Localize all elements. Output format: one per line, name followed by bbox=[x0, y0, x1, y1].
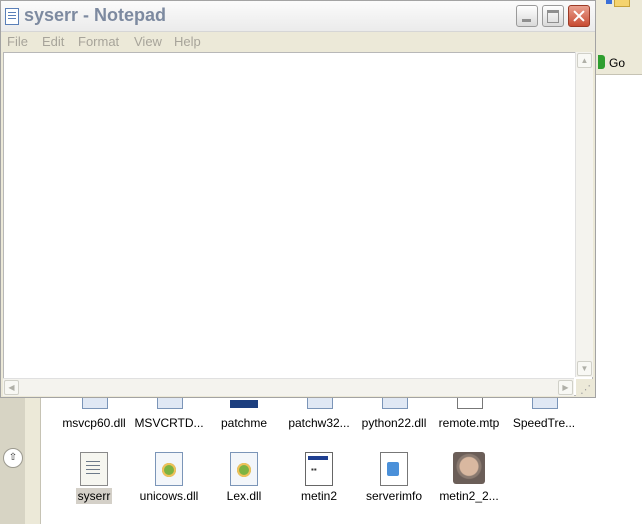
file-item[interactable]: Lex.dll bbox=[202, 452, 286, 510]
close-icon[interactable] bbox=[568, 5, 590, 27]
exe-file-icon bbox=[305, 452, 333, 486]
file-item[interactable]: serverimfo bbox=[352, 452, 436, 510]
document-file-icon bbox=[380, 452, 408, 486]
file-item-syserr[interactable]: syserr bbox=[52, 452, 136, 510]
file-label: patchw32... bbox=[288, 416, 350, 430]
title-bar[interactable]: syserr - Notepad bbox=[1, 1, 595, 32]
file-label: msvcp60.dll bbox=[62, 416, 126, 430]
file-item[interactable]: msvcp60.dll bbox=[52, 416, 136, 430]
file-item[interactable]: patchw32... bbox=[277, 416, 361, 430]
file-item[interactable]: SpeedTre... bbox=[502, 416, 586, 430]
vertical-scrollbar[interactable]: ▲ ▼ bbox=[575, 52, 593, 377]
go-arrow-icon[interactable] bbox=[598, 55, 605, 69]
file-label: patchme bbox=[220, 416, 268, 430]
notepad-icon[interactable] bbox=[5, 8, 19, 25]
image-thumbnail-icon bbox=[453, 452, 485, 484]
menu-help[interactable]: Help bbox=[174, 34, 201, 49]
file-icon-patchme bbox=[230, 400, 258, 408]
notepad-window[interactable]: syserr - Notepad File Edit Format View H… bbox=[0, 0, 596, 398]
folder-icon bbox=[614, 0, 630, 7]
file-label: serverimfo bbox=[365, 489, 422, 503]
scroll-up-icon[interactable]: ▲ bbox=[577, 53, 592, 68]
explorer-icon-fragment bbox=[606, 0, 612, 4]
file-label: MSVCRTD... bbox=[134, 416, 204, 430]
file-label: unicows.dll bbox=[139, 489, 199, 503]
menu-file[interactable]: File bbox=[7, 34, 28, 49]
maximize-icon[interactable] bbox=[542, 5, 564, 27]
dll-file-icon bbox=[155, 452, 183, 486]
file-item[interactable]: python22.dll bbox=[352, 416, 436, 430]
menu-format[interactable]: Format bbox=[78, 34, 119, 49]
file-icon-dll bbox=[532, 398, 558, 409]
file-icon-dll bbox=[82, 398, 108, 409]
menu-view[interactable]: View bbox=[134, 34, 162, 49]
file-label: metin2_2... bbox=[439, 489, 499, 503]
scroll-down-icon[interactable]: ▼ bbox=[577, 361, 592, 376]
file-icon-dll bbox=[307, 398, 333, 409]
file-item[interactable]: MSVCRTD... bbox=[127, 416, 211, 430]
horizontal-scrollbar[interactable]: ◀ ▶ bbox=[3, 378, 574, 396]
file-icon-dll bbox=[382, 398, 408, 409]
scroll-right-icon[interactable]: ▶ bbox=[558, 380, 573, 395]
file-label: remote.mtp bbox=[438, 416, 500, 430]
file-item[interactable]: metin2_2... bbox=[427, 452, 511, 510]
minimize-icon[interactable] bbox=[516, 5, 538, 27]
file-item[interactable]: patchme bbox=[202, 416, 286, 430]
file-label: Lex.dll bbox=[226, 489, 262, 503]
menu-edit[interactable]: Edit bbox=[42, 34, 64, 49]
file-item[interactable]: unicows.dll bbox=[127, 452, 211, 510]
file-label: syserr bbox=[75, 488, 113, 504]
file-item[interactable]: remote.mtp bbox=[427, 416, 511, 430]
window-title: syserr - Notepad bbox=[24, 5, 167, 25]
dll-file-icon bbox=[230, 452, 258, 486]
go-button[interactable]: Go bbox=[609, 56, 625, 70]
file-label: SpeedTre... bbox=[512, 416, 576, 430]
file-icon-dll bbox=[157, 398, 183, 409]
text-editor-area[interactable] bbox=[3, 52, 593, 396]
text-file-icon bbox=[80, 452, 108, 486]
file-icon-paper bbox=[457, 398, 483, 409]
file-label: metin2 bbox=[300, 489, 338, 503]
file-item[interactable]: metin2 bbox=[277, 452, 361, 510]
scroll-left-icon[interactable]: ◀ bbox=[4, 380, 19, 395]
collapse-chevron-icon[interactable]: ⇧ bbox=[3, 448, 23, 468]
menu-bar: File Edit Format View Help bbox=[1, 32, 595, 51]
file-label: python22.dll bbox=[361, 416, 427, 430]
